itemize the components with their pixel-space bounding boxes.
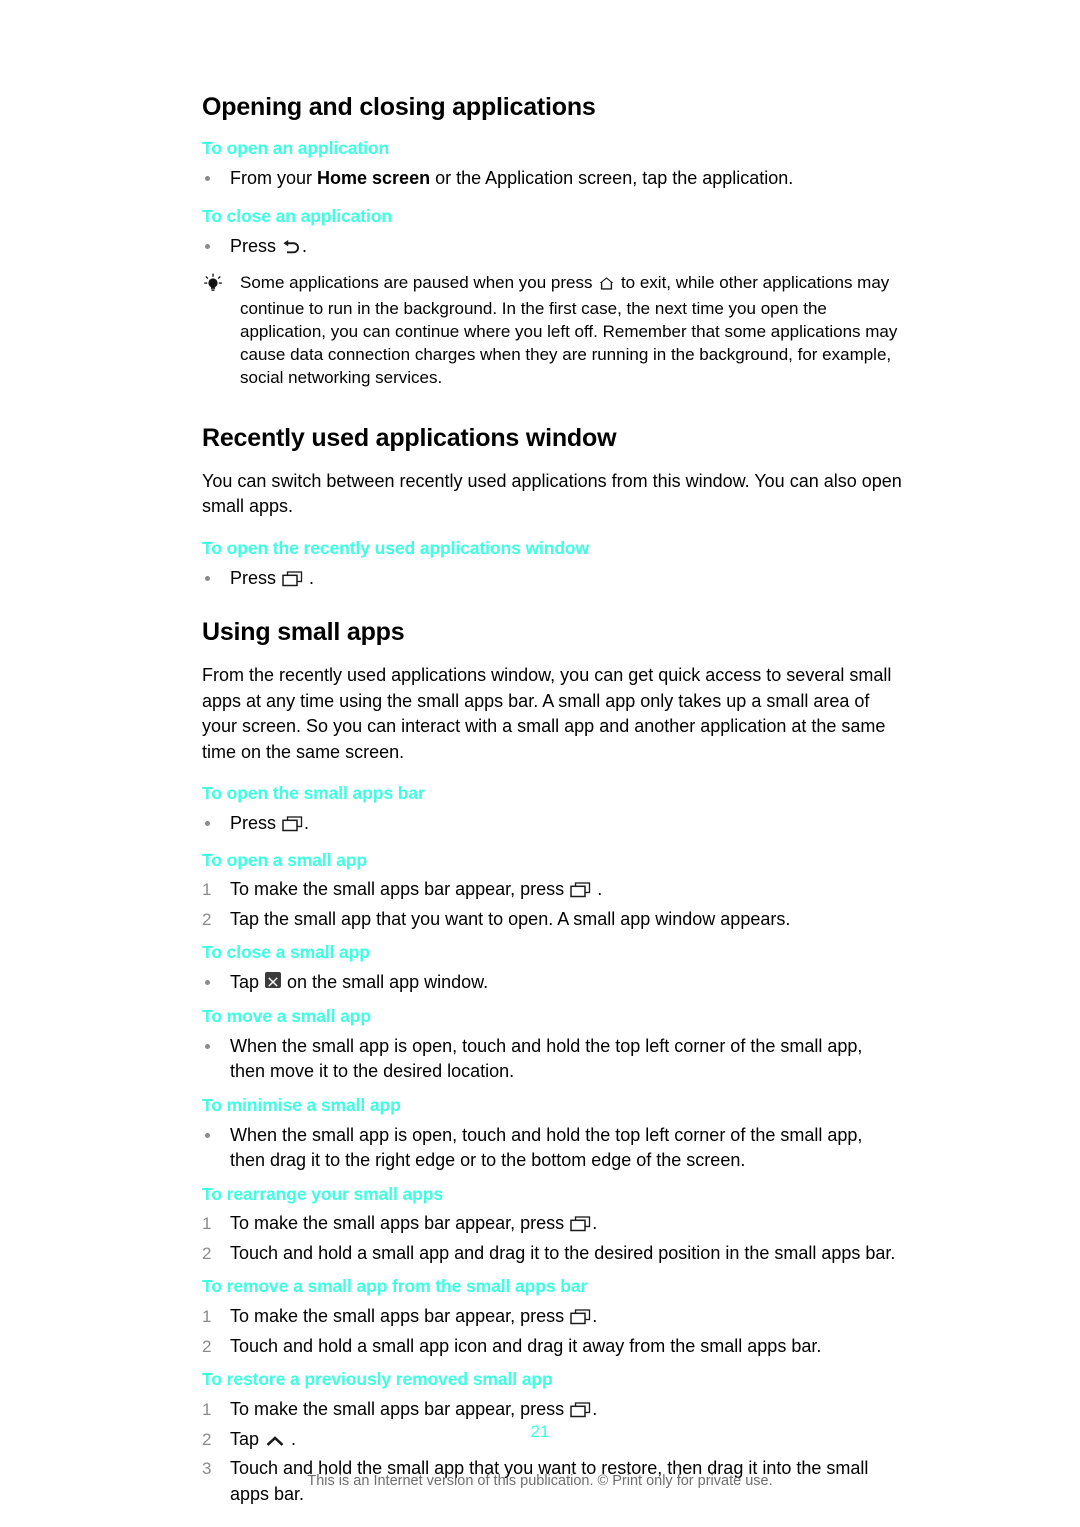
using-small-apps-intro: From the recently used applications wind…	[202, 665, 892, 762]
step-text-before: Touch and hold a small app icon and drag…	[230, 1335, 822, 1356]
recent-apps-icon	[282, 814, 303, 840]
step-text-after: .	[592, 879, 603, 900]
list-rearrange-small-apps: 1 To make the small apps bar appear, pre…	[202, 1211, 902, 1266]
document-page: Opening and closing applications To open…	[0, 0, 1080, 1527]
list-move-a-small-app: When the small app is open, touch and ho…	[202, 1034, 902, 1085]
list-open-small-apps-bar: Press .	[202, 811, 902, 840]
lightbulb-tip-icon	[202, 273, 224, 295]
subheading-to-close-a-small-app: To close a small app	[202, 942, 370, 963]
step-text-before: Press	[230, 813, 282, 833]
list-item: 1 To make the small apps bar appear, pre…	[202, 1211, 902, 1240]
list-item: Press .	[202, 566, 902, 595]
step-text-before: To make the small apps bar appear, press	[230, 1306, 570, 1327]
step-text-before: To make the small apps bar appear, press	[230, 879, 570, 900]
bullet-marker	[205, 175, 210, 181]
subheading-to-restore-a-small-app: To restore a previously removed small ap…	[202, 1369, 553, 1390]
recently-used-intro: You can switch between recently used app…	[202, 470, 902, 517]
step-text-after: .	[304, 813, 310, 833]
list-item: 2 Touch and hold a small app and drag it…	[202, 1241, 902, 1267]
close-x-icon	[265, 972, 282, 989]
list-item: When the small app is open, touch and ho…	[202, 1123, 902, 1174]
list-item: From your Home screen or the Application…	[202, 166, 902, 192]
subheading-to-open-recently-used-window: To open the recently used applications w…	[202, 537, 590, 558]
step-number: 1	[202, 880, 212, 900]
step-text-after: .	[592, 1306, 598, 1327]
bullet-marker	[205, 1043, 210, 1049]
step-text-before: To make the small apps bar appear, press	[230, 1399, 570, 1420]
step-text-after: .	[302, 236, 308, 257]
home-icon	[598, 274, 615, 297]
step-text-before: To make the small apps bar appear, press	[230, 1213, 570, 1234]
back-arrow-icon	[282, 237, 301, 263]
bullet-marker	[205, 1132, 210, 1138]
subheading-to-minimise-a-small-app: To minimise a small app	[202, 1094, 401, 1115]
step-text-before: Press	[230, 236, 282, 257]
step-number: 1	[202, 1400, 212, 1420]
step-number: 1	[202, 1307, 212, 1327]
list-close-a-small-app: Tap on the small app window.	[202, 970, 902, 996]
step-text-before: Tap the small app that you want to open.…	[230, 908, 791, 929]
subheading-to-open-an-application: To open an application	[202, 138, 390, 158]
step-number: 2	[202, 1243, 212, 1263]
section-heading-using-small-apps: Using small apps	[202, 618, 405, 647]
step-text-after: or the Application screen, tap the appli…	[430, 167, 794, 188]
section-heading-recently-used: Recently used applications window	[202, 423, 617, 452]
list-restore-a-small-app: 1 To make the small apps bar appear, pre…	[202, 1397, 902, 1507]
step-text-after: .	[592, 1213, 598, 1234]
list-open-application: From your Home screen or the Application…	[202, 166, 902, 192]
page-number: 21	[530, 1422, 550, 1441]
footer-copyright-note: This is an Internet version of this publ…	[307, 1473, 773, 1489]
list-item: Press .	[202, 811, 902, 840]
step-number: 2	[202, 1336, 212, 1356]
step-text: When the small app is open, touch and ho…	[230, 1124, 863, 1171]
step-text-before: From your	[230, 167, 318, 188]
list-open-a-small-app: 1 To make the small apps bar appear, pre…	[202, 877, 902, 932]
subheading-to-open-a-small-app: To open a small app	[202, 849, 368, 870]
step-text-after: on the small app window.	[282, 972, 489, 993]
list-item: 2 Touch and hold a small app icon and dr…	[202, 1334, 902, 1360]
step-text-bold: Home screen	[317, 167, 431, 188]
step-number: 2	[202, 909, 212, 929]
tip-text: Some applications are paused when you pr…	[240, 271, 902, 389]
bullet-marker	[205, 575, 210, 581]
list-open-recent-window: Press .	[202, 566, 902, 595]
list-item: 1 To make the small apps bar appear, pre…	[202, 877, 902, 906]
subheading-to-remove-a-small-app: To remove a small app from the small app…	[202, 1276, 588, 1297]
bullet-marker	[205, 980, 210, 986]
subheading-to-open-small-apps-bar: To open the small apps bar	[202, 783, 425, 804]
list-close-application: Press .	[202, 234, 902, 263]
step-text-before: Touch and hold a small app and drag it t…	[230, 1242, 896, 1263]
tip-note-block: Some applications are paused when you pr…	[202, 271, 902, 389]
subheading-to-rearrange-small-apps: To rearrange your small apps	[202, 1183, 443, 1204]
list-item: Tap on the small app window.	[202, 970, 902, 996]
list-minimise-a-small-app: When the small app is open, touch and ho…	[202, 1123, 902, 1174]
list-remove-a-small-app: 1 To make the small apps bar appear, pre…	[202, 1304, 902, 1359]
page-content: Opening and closing applications To open…	[202, 92, 902, 1508]
step-text-after: .	[592, 1399, 598, 1420]
subheading-to-move-a-small-app: To move a small app	[202, 1005, 371, 1026]
step-text-before: Press	[230, 567, 282, 588]
recent-apps-icon	[570, 1307, 591, 1333]
step-number: 1	[202, 1214, 212, 1234]
recent-apps-icon	[570, 1214, 591, 1240]
bullet-marker	[205, 821, 210, 826]
recent-apps-icon	[570, 880, 591, 906]
step-text: When the small app is open, touch and ho…	[230, 1035, 863, 1082]
recent-apps-icon	[282, 569, 303, 595]
subheading-to-close-an-application: To close an application	[202, 206, 392, 227]
step-text-before: Tap	[230, 972, 265, 993]
list-item: 2 Tap the small app that you want to ope…	[202, 907, 902, 933]
list-item: 1 To make the small apps bar appear, pre…	[202, 1304, 902, 1333]
tip-text-before: Some applications are paused when you pr…	[240, 272, 598, 292]
list-item: When the small app is open, touch and ho…	[202, 1034, 902, 1085]
section-heading-opening-closing: Opening and closing applications	[202, 93, 596, 121]
list-item: Press .	[202, 234, 902, 263]
step-text-after: .	[304, 567, 315, 588]
bullet-marker	[205, 244, 210, 250]
